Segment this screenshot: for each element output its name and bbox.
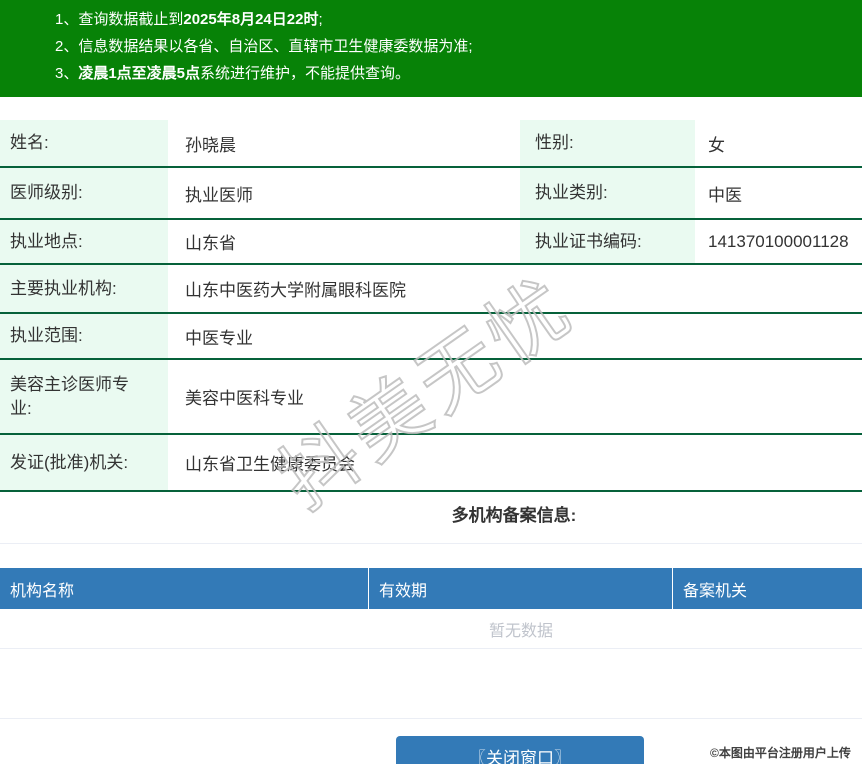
notice-number: 3、: [55, 65, 79, 82]
field-value-practice-location: 山东省: [185, 234, 236, 253]
notice-banner: 1、查询数据截止到2025年8月24日22时; 2、信息数据结果以各省、自治区、…: [0, 0, 862, 97]
field-value-main-institution: 山东中医药大学附属眼科医院: [185, 281, 406, 300]
upload-attribution-note: ©本图由平台注册用户上传: [710, 746, 851, 760]
field-label-cosmetic-specialty: 美容主诊医师专业:: [0, 360, 168, 433]
field-label-name: 姓名:: [0, 120, 168, 166]
filing-column-filing-authority: 备案机关: [672, 568, 862, 609]
notice-number: 1、: [55, 11, 79, 28]
info-row-location-certno: 执业地点: 山东省 执业证书编码: 141370100001128: [0, 220, 862, 265]
field-value-practice-scope: 中医专业: [185, 328, 253, 348]
field-label-issuing-authority: 发证(批准)机关:: [0, 435, 168, 490]
notice-text: 查询数据截止到: [78, 11, 184, 28]
divider-line: [0, 718, 862, 719]
info-row-main-institution: 主要执业机构: 山东中医药大学附属眼科医院: [0, 265, 862, 314]
field-label-doctor-level: 医师级别:: [0, 168, 168, 218]
field-value-gender: 女: [708, 135, 725, 155]
notice-text: ;: [318, 11, 323, 28]
filing-section-title: 多机构备案信息:: [451, 506, 577, 525]
notice-text: 系统进行维护，不能提供查询。: [200, 65, 411, 82]
field-value-certificate-number: 141370100001128: [708, 231, 849, 251]
field-label-practice-category: 执业类别:: [520, 168, 695, 218]
filing-table-header: 机构名称 有效期 备案机关: [0, 568, 862, 609]
divider-line: [0, 543, 862, 544]
notice-line-1: 1、查询数据截止到2025年8月24日22时;: [55, 6, 852, 33]
notice-line-2: 2、信息数据结果以各省、自治区、直辖市卫生健康委数据为准;: [55, 33, 852, 60]
info-row-cosmetic-specialty: 美容主诊医师专业: 美容中医科专业: [0, 360, 862, 435]
notice-number: 2、: [55, 38, 79, 55]
info-row-practice-scope: 执业范围: 中医专业: [0, 314, 862, 360]
practitioner-info-table: 姓名: 孙晓晨 性别: 女 医师级别: 执业医师 执业类别: 中医 执业地点: …: [0, 120, 862, 492]
notice-bold-text: 2025年8月24日22时: [183, 11, 319, 28]
field-label-practice-location: 执业地点:: [0, 220, 168, 263]
info-row-level-category: 医师级别: 执业医师 执业类别: 中医: [0, 168, 862, 220]
practitioner-license-query-page: 1、查询数据截止到2025年8月24日22时; 2、信息数据结果以各省、自治区、…: [0, 0, 862, 764]
notice-text: 信息数据结果以各省、自治区、直辖市卫生健康委数据为准;: [78, 38, 473, 55]
info-row-name-gender: 姓名: 孙晓晨 性别: 女: [0, 120, 862, 168]
field-label-practice-scope: 执业范围:: [0, 314, 168, 358]
field-value-doctor-level: 执业医师: [185, 185, 253, 205]
filing-table-empty-text: 暂无数据: [0, 609, 862, 649]
field-value-issuing-authority: 山东省卫生健康委员会: [185, 455, 355, 474]
close-window-button[interactable]: 〖关闭窗口〗: [396, 736, 644, 764]
field-label-gender: 性别:: [520, 120, 695, 166]
field-value-name: 孙晓晨: [185, 135, 236, 155]
field-value-cosmetic-specialty: 美容中医科专业: [185, 389, 304, 408]
field-value-practice-category: 中医: [708, 185, 742, 205]
notice-bold-text: 凌晨1点至凌晨5点: [78, 65, 201, 82]
info-row-issuing-authority: 发证(批准)机关: 山东省卫生健康委员会: [0, 435, 862, 492]
filing-column-institution-name: 机构名称: [10, 582, 75, 600]
filing-column-validity-period: 有效期: [368, 568, 672, 609]
notice-line-3: 3、凌晨1点至凌晨5点系统进行维护，不能提供查询。: [55, 60, 852, 87]
field-label-certificate-number: 执业证书编码:: [520, 220, 695, 263]
field-label-main-institution: 主要执业机构:: [0, 265, 168, 312]
